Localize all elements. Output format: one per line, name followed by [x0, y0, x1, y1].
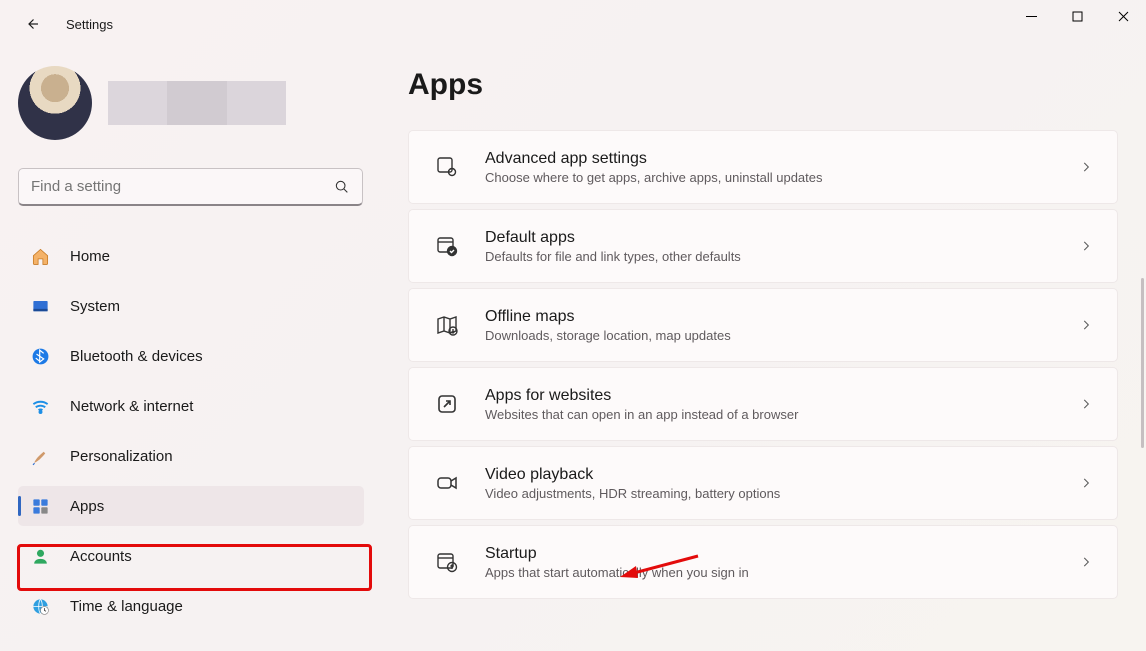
sidebar-item-label: Accounts: [70, 548, 132, 565]
sidebar-item-system[interactable]: System: [18, 286, 364, 326]
page-title: Apps: [408, 68, 1118, 102]
profile-name-redacted: [108, 81, 286, 125]
sidebar-item-personalization[interactable]: Personalization: [18, 436, 364, 476]
card-subtitle: Defaults for file and link types, other …: [485, 249, 1079, 264]
bluetooth-icon: [30, 346, 50, 366]
sidebar-item-label: Personalization: [70, 448, 173, 465]
map-icon: [433, 311, 461, 339]
search-box[interactable]: [18, 168, 363, 206]
sidebar-item-accounts[interactable]: Accounts: [18, 536, 364, 576]
card-title: Advanced app settings: [485, 150, 1079, 168]
startup-icon: [433, 548, 461, 576]
home-icon: [30, 246, 50, 266]
card-advanced-app-settings[interactable]: Advanced app settings Choose where to ge…: [408, 130, 1118, 204]
sidebar-item-network[interactable]: Network & internet: [18, 386, 364, 426]
sidebar-item-time-language[interactable]: Time & language: [18, 586, 364, 626]
window-title: Settings: [66, 17, 113, 32]
sidebar-item-apps[interactable]: Apps: [18, 486, 364, 526]
search-icon: [334, 179, 350, 195]
card-title: Default apps: [485, 229, 1079, 247]
apps-icon: [30, 496, 50, 516]
chevron-right-icon: [1079, 476, 1093, 490]
search-input[interactable]: [31, 178, 334, 195]
sidebar-item-label: System: [70, 298, 120, 315]
card-offline-maps[interactable]: Offline maps Downloads, storage location…: [408, 288, 1118, 362]
card-subtitle: Apps that start automatically when you s…: [485, 565, 1079, 580]
sidebar-item-label: Time & language: [70, 598, 183, 615]
globe-clock-icon: [30, 596, 50, 616]
window-controls: [1008, 0, 1146, 32]
default-apps-icon: [433, 232, 461, 260]
sidebar-item-label: Apps: [70, 498, 104, 515]
sidebar-item-bluetooth[interactable]: Bluetooth & devices: [18, 336, 364, 376]
minimize-button[interactable]: [1008, 0, 1054, 32]
sidebar-item-label: Home: [70, 248, 110, 265]
chevron-right-icon: [1079, 239, 1093, 253]
open-external-icon: [433, 390, 461, 418]
sidebar-item-home[interactable]: Home: [18, 236, 364, 276]
card-video-playback[interactable]: Video playback Video adjustments, HDR st…: [408, 446, 1118, 520]
card-subtitle: Choose where to get apps, archive apps, …: [485, 170, 1079, 185]
card-startup[interactable]: Startup Apps that start automatically wh…: [408, 525, 1118, 599]
close-button[interactable]: [1100, 0, 1146, 32]
scrollbar[interactable]: [1141, 278, 1144, 448]
arrow-left-icon: [23, 15, 41, 33]
card-subtitle: Video adjustments, HDR streaming, batter…: [485, 486, 1079, 501]
card-title: Apps for websites: [485, 387, 1079, 405]
avatar: [18, 66, 92, 140]
sidebar-item-label: Network & internet: [70, 398, 193, 415]
card-title: Offline maps: [485, 308, 1079, 326]
system-icon: [30, 296, 50, 316]
main-content: Apps Advanced app settings Choose where …: [380, 48, 1146, 651]
profile-block[interactable]: [18, 66, 362, 140]
nav-list: Home System Bluetooth & devices Network …: [18, 236, 362, 626]
sidebar-item-label: Bluetooth & devices: [70, 348, 203, 365]
video-icon: [433, 469, 461, 497]
card-subtitle: Websites that can open in an app instead…: [485, 407, 1079, 422]
chevron-right-icon: [1079, 555, 1093, 569]
wifi-icon: [30, 396, 50, 416]
paintbrush-icon: [30, 446, 50, 466]
chevron-right-icon: [1079, 160, 1093, 174]
card-subtitle: Downloads, storage location, map updates: [485, 328, 1079, 343]
card-title: Video playback: [485, 466, 1079, 484]
close-icon: [1118, 11, 1129, 22]
chevron-right-icon: [1079, 397, 1093, 411]
maximize-button[interactable]: [1054, 0, 1100, 32]
maximize-icon: [1072, 11, 1083, 22]
minimize-icon: [1026, 11, 1037, 22]
advanced-settings-icon: [433, 153, 461, 181]
accounts-icon: [30, 546, 50, 566]
card-title: Startup: [485, 545, 1079, 563]
back-button[interactable]: [20, 12, 44, 36]
card-apps-for-websites[interactable]: Apps for websites Websites that can open…: [408, 367, 1118, 441]
title-bar: Settings: [0, 0, 1146, 48]
card-default-apps[interactable]: Default apps Defaults for file and link …: [408, 209, 1118, 283]
sidebar: Home System Bluetooth & devices Network …: [0, 48, 380, 651]
chevron-right-icon: [1079, 318, 1093, 332]
